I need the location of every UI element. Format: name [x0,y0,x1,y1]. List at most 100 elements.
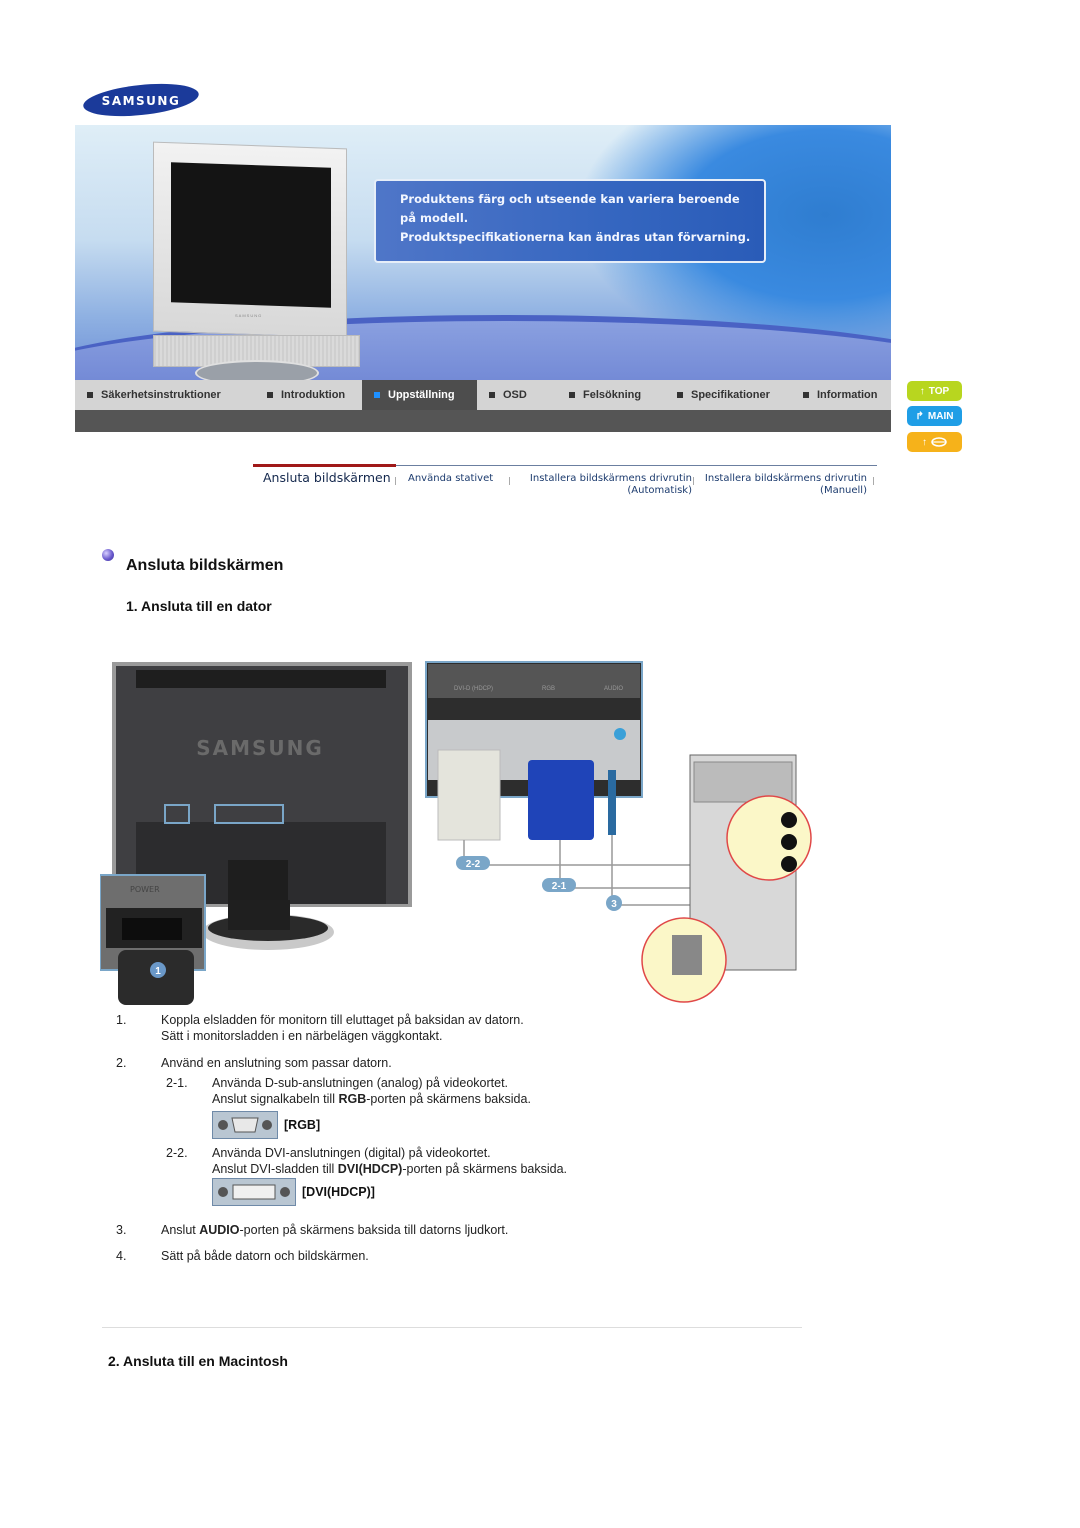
callout-3: 3 [611,899,617,910]
bullet-icon [569,392,575,398]
substep-number: 2-1. [166,1076,188,1090]
disc-icon [931,437,947,447]
subtab-sublabel: (Automatisk) [627,485,692,496]
nav-label: Information [817,389,878,401]
nav-item-uppstallning[interactable]: Uppställning [362,380,477,410]
monitor-product-image: SAMSUNG [135,141,360,380]
substep-2-1-text: Använda D-sub-anslutningen (analog) på v… [212,1075,531,1107]
vga-port-icon [212,1111,278,1139]
callout-2-2: 2-2 [466,859,481,870]
nav-label: Felsökning [583,389,642,401]
subtab-sublabel: (Manuell) [820,485,867,496]
bullet-icon [803,392,809,398]
nav-label: Specifikationer [691,389,770,401]
nav-label: Uppställning [388,389,455,401]
samsung-logo: SAMSUNG [82,82,200,118]
nav-item-sakerhetsinstruktioner[interactable]: Säkerhetsinstruktioner [75,380,255,410]
connection-diagram: DVI-D (HDCP) RGB AUDIO 2-2 2-1 3 [424,660,814,1005]
nav-label: OSD [503,389,527,401]
text-bold: RGB [338,1092,367,1106]
main-button[interactable]: ↱ MAIN [907,406,962,426]
monitor-brand: SAMSUNG [235,313,263,318]
step-2-text: Använd en anslutning som passar datorn. [161,1056,392,1070]
text-bold: DVI(HDCP) [337,1162,403,1176]
hero-banner: SAMSUNG Produktens färg och utseende kan… [75,125,891,380]
arrow-up-icon: ↑ [922,436,927,448]
dvi-port-row: [DVI(HDCP)] [212,1178,375,1206]
subtab-label: Ansluta bildskärmen [263,470,391,485]
subtab-anvanda-stativet[interactable]: Använda stativet [408,473,493,485]
heading-bullet-icon [102,549,114,561]
monitor-rear-photo: SAMSUNG POWER 1 [99,660,415,1005]
notice-line: Produktens färg och utseende kan variera… [400,192,740,206]
rgb-port-row: [RGB] [212,1111,320,1139]
subtab-label: Installera bildskärmens drivrutin [704,473,867,484]
dvi-port-label: [DVI(HDCP)] [302,1185,375,1199]
arrow-up-icon: ↑ [919,385,925,397]
substep-number: 2-2. [166,1146,188,1160]
top-button[interactable]: ↑ TOP [907,381,962,401]
nav-item-osd[interactable]: OSD [477,380,557,410]
subtab-label: Använda stativet [408,473,494,484]
step-number: 3. [116,1223,127,1237]
disclaimer-notice: Produktens färg och utseende kan variera… [374,179,766,263]
step-line: Sätt i monitorsladden i en närbelägen vä… [161,1029,443,1043]
notice-line: Produktspecifikationerna kan ändras utan… [400,230,751,244]
callout-1: 1 [155,966,161,977]
substep-line: Använda DVI-anslutningen (digital) på vi… [212,1146,491,1160]
power-label: POWER [130,885,160,894]
text-bold: AUDIO [199,1223,240,1237]
nav-item-information[interactable]: Information [791,380,891,410]
rgb-port-label: [RGB] [284,1118,321,1132]
sub-tabs: Ansluta bildskärmen Använda stativet Ins… [253,464,877,504]
panel-label-audio: AUDIO [604,686,623,692]
bullet-icon [374,392,380,398]
turn-arrow-icon: ↱ [915,410,924,422]
nav-item-specifikationer[interactable]: Specifikationer [665,380,791,410]
nav-label: Introduktion [281,389,346,401]
text-part: -porten på skärmens baksida. [402,1162,568,1176]
step-1-text: Koppla elsladden för monitorn till elutt… [161,1012,524,1044]
bullet-icon [489,392,495,398]
text-part: -porten på skärmens baksida. [366,1092,531,1106]
nav-label: Säkerhetsinstruktioner [101,389,221,401]
step-number: 4. [116,1249,127,1263]
rear-brand: SAMSUNG [196,736,324,760]
text-part: Anslut [161,1223,200,1237]
section-divider [102,1327,802,1328]
text-part: Anslut signalkabeln till [212,1092,339,1106]
back-to-index-button[interactable]: ↑ [907,432,962,452]
section-title-mac: 2. Ansluta till en Macintosh [108,1353,288,1369]
step-line: Koppla elsladden för monitorn till elutt… [161,1013,524,1027]
subtab-ansluta-bildskarmen[interactable]: Ansluta bildskärmen [263,470,391,485]
step-3-text: Anslut AUDIO-porten på skärmens baksida … [161,1222,508,1238]
step-4-text: Sätt på både datorn och bildskärmen. [161,1249,369,1263]
bullet-icon [87,392,93,398]
notice-line: på modell. [400,211,469,225]
text-part: -porten på skärmens baksida till datorns… [239,1223,509,1237]
nav-item-introduktion[interactable]: Introduktion [255,380,362,410]
bullet-icon [267,392,273,398]
substep-line: Använda D-sub-anslutningen (analog) på v… [212,1076,509,1090]
main-nav: Säkerhetsinstruktioner Introduktion Upps… [75,380,891,432]
subtab-label: Installera bildskärmens drivrutin [529,473,692,484]
subtab-drivrutin-automatisk[interactable]: Installera bildskärmens drivrutin (Autom… [518,473,692,497]
panel-label-rgb: RGB [542,686,555,692]
panel-label-dvi: DVI-D (HDCP) [454,686,493,692]
text-part: Anslut DVI-sladden till [212,1162,338,1176]
substep-2-2-text: Använda DVI-anslutningen (digital) på vi… [212,1145,567,1177]
step-number: 2. [116,1056,127,1070]
section-title-pc: 1. Ansluta till en dator [126,598,272,614]
main-label: MAIN [927,410,954,422]
step-number: 1. [116,1013,127,1027]
nav-item-felsokning[interactable]: Felsökning [557,380,665,410]
callout-2-1: 2-1 [552,881,567,892]
substep-line: Anslut signalkabeln till RGB-porten på s… [212,1091,531,1107]
top-label: TOP [928,385,950,397]
bullet-icon [677,392,683,398]
logo-text: SAMSUNG [102,94,181,108]
dvi-port-icon [212,1178,296,1206]
page-title: Ansluta bildskärmen [126,557,284,574]
subtab-drivrutin-manuell[interactable]: Installera bildskärmens drivrutin (Manue… [701,473,867,497]
substep-line: Anslut DVI-sladden till DVI(HDCP)-porten… [212,1161,567,1177]
